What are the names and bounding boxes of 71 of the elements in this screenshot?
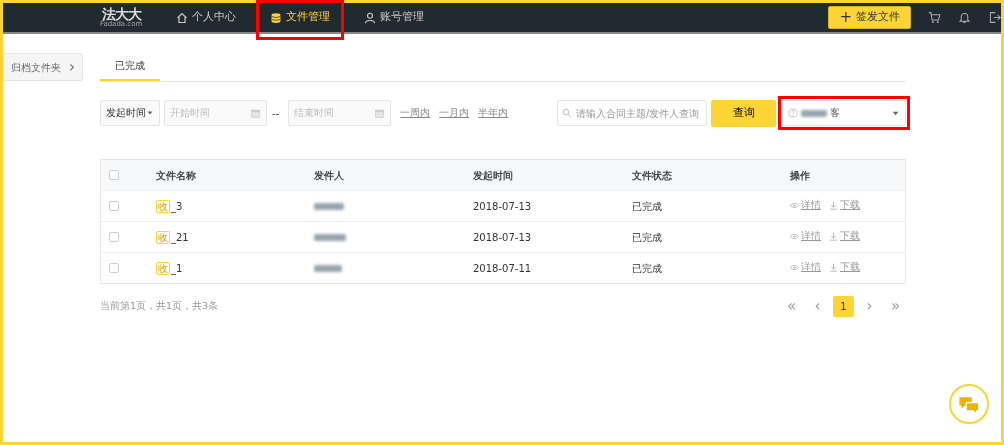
download-icon [829,200,838,210]
received-tag: 收 [156,199,170,213]
column-header: 发件人 [314,168,345,183]
nav-item[interactable]: 账号管理 [352,2,437,33]
page-button[interactable]: 1 [833,296,854,317]
calendar-icon [374,107,386,119]
archive-folder-tab[interactable]: 归档文件夹 › [3,53,83,81]
column-header: 发起时间 [473,168,514,183]
caret-icon [146,109,154,117]
logo-text: 法大大 [101,7,141,21]
file-name: _1 [171,262,183,274]
sign-document-button[interactable]: + 签发文件 [828,6,911,29]
column-header: 文件名称 [156,168,197,183]
download-icon [829,231,838,241]
download-icon [829,262,838,272]
table-cell-text: 已完成 [632,261,663,276]
next-page-button[interactable]: › [859,296,880,317]
quick-range-link[interactable]: 一周内 [400,105,431,121]
blurred-name [801,109,827,117]
logout-icon[interactable] [988,11,1001,24]
date-separator: -- [272,106,280,121]
page-summary: 当前第1页，共1页，共3条 [100,299,219,314]
nav-item[interactable]: 文件管理 [258,2,343,38]
prev-page-button[interactable]: ‹ [807,296,828,317]
first-page-button[interactable]: « [781,296,802,317]
received-tag: 收 [156,230,170,244]
file-name: _3 [171,200,183,212]
select-all-checkbox[interactable] [109,170,119,180]
home-icon [176,11,189,24]
database-icon [270,11,283,24]
file-name: _21 [171,231,189,243]
details-link[interactable]: 详情 [790,260,821,275]
help-icon [788,108,798,118]
quick-range-link[interactable]: 半年内 [478,105,509,121]
account-name: 客 [830,105,840,120]
blurred-sender [314,202,344,210]
time-type-dropdown[interactable]: 发起时间 [100,100,160,126]
received-tag: 收 [156,261,170,275]
eye-icon [790,231,799,241]
bell-icon[interactable] [958,11,971,24]
nav-item[interactable]: 个人中心 [164,2,249,33]
table-cell-text: 已完成 [632,199,663,214]
table-cell-text: 2018-07-13 [473,230,533,245]
table-cell-text: 2018-07-13 [473,199,533,214]
download-link[interactable]: 下载 [829,198,860,213]
column-header: 操作 [790,168,811,183]
blurred-sender [314,264,342,272]
download-link[interactable]: 下载 [829,260,860,275]
chat-button[interactable] [949,384,989,424]
eye-icon [790,262,799,272]
quick-range-link[interactable]: 一月内 [439,105,470,121]
last-page-button[interactable]: » [885,296,906,317]
table-cell-text: 2018-07-11 [473,261,533,276]
search-icon [562,108,572,118]
account-select[interactable]: 客 [782,100,906,126]
calendar-icon [250,107,261,119]
row-checkbox[interactable] [109,201,119,211]
download-link[interactable]: 下载 [829,229,860,244]
tab[interactable]: 已完成 [100,52,160,81]
blurred-sender [314,233,346,241]
eye-icon [790,200,799,210]
query-button[interactable]: 查询 [711,99,776,127]
cart-icon[interactable] [928,11,941,24]
user-icon [364,11,377,24]
row-checkbox[interactable] [109,263,119,273]
details-link[interactable]: 详情 [790,229,821,244]
details-link[interactable]: 详情 [790,198,821,213]
search-field[interactable]: 请输入合同主题/发件人查询 [557,100,707,126]
table-cell-text: 已完成 [632,230,663,245]
column-header: 文件状态 [632,168,673,183]
row-checkbox[interactable] [109,232,119,242]
